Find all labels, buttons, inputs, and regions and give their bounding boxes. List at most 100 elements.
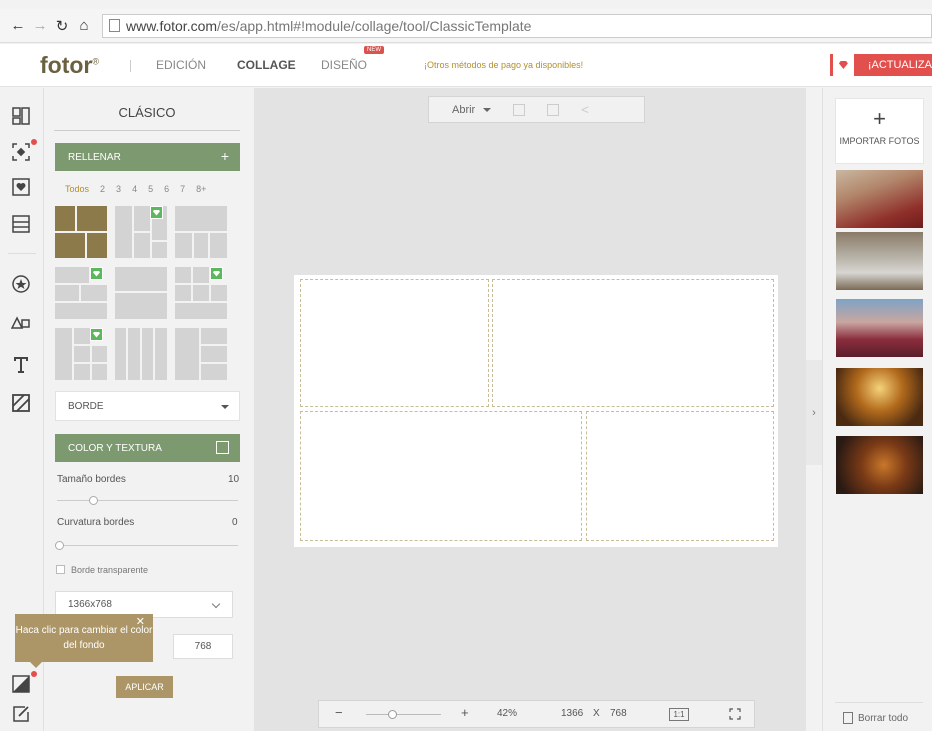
photo-thumbnail[interactable] bbox=[836, 436, 923, 494]
color-texture-button[interactable]: COLOR Y TEXTURA bbox=[55, 434, 240, 462]
canvas-area: Abrir < − + 42% 1366 X 768 1:1 bbox=[254, 88, 806, 731]
corner-radius-label: Curvatura bordes bbox=[57, 517, 135, 528]
close-icon[interactable]: ✕ bbox=[136, 615, 145, 630]
border-select[interactable]: BORDE bbox=[55, 391, 240, 421]
premium-diamond-icon bbox=[90, 267, 103, 280]
home-icon[interactable]: ⌂ bbox=[74, 16, 94, 36]
plus-icon: + bbox=[220, 148, 229, 164]
promo-link[interactable]: ¡Otros métodos de pago ya disponibles! bbox=[424, 60, 583, 70]
pattern-icon[interactable] bbox=[11, 393, 31, 413]
filter-3[interactable]: 3 bbox=[116, 184, 121, 194]
photo-slot[interactable] bbox=[300, 279, 489, 407]
edit-note-icon[interactable] bbox=[11, 704, 31, 724]
nav-edicion[interactable]: EDICIÓN bbox=[156, 58, 206, 72]
notification-dot bbox=[31, 671, 37, 677]
forward-arrow-icon[interactable]: → bbox=[30, 16, 50, 36]
template-thumbnail[interactable] bbox=[55, 328, 107, 380]
photo-slot[interactable] bbox=[300, 411, 582, 541]
rows-icon[interactable] bbox=[11, 214, 31, 234]
template-thumbnail[interactable] bbox=[55, 206, 107, 258]
share-icon[interactable]: < bbox=[581, 102, 589, 117]
transparent-border-checkbox[interactable] bbox=[56, 565, 65, 574]
header-divider bbox=[130, 60, 131, 72]
reload-icon[interactable]: ↻ bbox=[52, 16, 72, 36]
fotor-logo[interactable]: fotor® bbox=[40, 52, 99, 79]
zoom-in-button[interactable]: + bbox=[461, 705, 469, 720]
shapes-icon[interactable] bbox=[11, 314, 31, 334]
fill-label: RELLENAR bbox=[68, 151, 121, 163]
canvas-width: 1366 bbox=[561, 708, 584, 719]
zoom-out-button[interactable]: − bbox=[335, 705, 343, 720]
chevron-down-icon bbox=[211, 599, 221, 609]
fit-icon[interactable] bbox=[513, 103, 526, 116]
filter-5[interactable]: 5 bbox=[148, 184, 153, 194]
browser-toolbar: ← → ↻ ⌂ www.fotor.com/es/app.html#!modul… bbox=[0, 9, 932, 43]
actual-size-button[interactable]: 1:1 bbox=[669, 708, 689, 721]
premium-diamond-icon bbox=[150, 206, 163, 219]
border-size-slider[interactable] bbox=[89, 496, 98, 505]
caret-down-icon bbox=[221, 405, 229, 409]
height-input[interactable]: 768 bbox=[173, 634, 233, 659]
canvas-toolbar: Abrir < bbox=[428, 96, 645, 123]
premium-diamond-icon bbox=[210, 267, 223, 280]
dimension-separator: X bbox=[593, 708, 600, 719]
template-thumbnail[interactable] bbox=[55, 267, 107, 319]
apply-button[interactable]: APLICAR bbox=[116, 676, 173, 698]
zoom-track[interactable] bbox=[366, 714, 441, 715]
corner-radius-track[interactable] bbox=[57, 545, 238, 546]
panel-divider bbox=[835, 702, 923, 703]
filter-all[interactable]: Todos bbox=[65, 184, 89, 194]
filter-4[interactable]: 4 bbox=[132, 184, 137, 194]
clear-all-button[interactable]: Borrar todo bbox=[843, 712, 908, 724]
layout-icon[interactable] bbox=[11, 106, 31, 126]
filter-8-plus[interactable]: 8+ bbox=[196, 184, 206, 194]
nav-diseno[interactable]: DISEÑO bbox=[321, 58, 367, 72]
address-bar[interactable]: www.fotor.com/es/app.html#!module/collag… bbox=[102, 13, 932, 38]
upgrade-label: ¡ACTUALIZA bbox=[867, 59, 932, 71]
heart-icon[interactable] bbox=[11, 177, 31, 197]
zoom-slider[interactable] bbox=[388, 710, 397, 719]
url-path: /es/app.html#!module/collage/tool/Classi… bbox=[217, 17, 532, 34]
template-thumbnail[interactable] bbox=[175, 206, 227, 258]
open-label: Abrir bbox=[452, 103, 476, 116]
photo-thumbnail[interactable] bbox=[836, 170, 923, 228]
background-color-icon[interactable] bbox=[11, 674, 31, 694]
photo-thumbnail[interactable] bbox=[836, 299, 923, 357]
border-size-track[interactable] bbox=[57, 500, 238, 501]
back-arrow-icon[interactable]: ← bbox=[8, 16, 28, 36]
template-thumbnail[interactable] bbox=[115, 206, 167, 258]
template-thumbnail[interactable] bbox=[175, 328, 227, 380]
open-menu[interactable]: Abrir bbox=[452, 103, 492, 116]
collapse-panel-tab[interactable]: › bbox=[806, 360, 822, 465]
zoom-bar: − + 42% 1366 X 768 1:1 bbox=[318, 700, 755, 728]
photo-slot[interactable] bbox=[492, 279, 774, 407]
upgrade-button[interactable]: ¡ACTUALIZA bbox=[830, 54, 932, 76]
texture-icon bbox=[216, 441, 229, 454]
collage-fit-icon[interactable] bbox=[11, 142, 31, 162]
border-size-label: Tamaño bordes bbox=[57, 474, 126, 485]
fill-button[interactable]: RELLENAR + bbox=[55, 143, 240, 171]
sticker-star-icon[interactable] bbox=[11, 274, 31, 294]
import-photos-button[interactable]: + IMPORTAR FOTOS bbox=[835, 98, 924, 164]
color-texture-label: COLOR Y TEXTURA bbox=[68, 442, 162, 454]
caret-down-icon bbox=[483, 107, 492, 112]
template-thumbnail[interactable] bbox=[175, 267, 227, 319]
collage-canvas[interactable] bbox=[294, 275, 778, 547]
photo-thumbnail[interactable] bbox=[836, 232, 923, 290]
filter-2[interactable]: 2 bbox=[100, 184, 105, 194]
template-thumbnail[interactable] bbox=[115, 267, 167, 319]
page-icon bbox=[109, 19, 120, 32]
save-icon[interactable] bbox=[547, 103, 560, 116]
photo-thumbnail[interactable] bbox=[836, 368, 923, 426]
photo-slot[interactable] bbox=[586, 411, 774, 541]
new-badge: NEW bbox=[364, 46, 384, 54]
text-icon[interactable] bbox=[11, 354, 31, 374]
premium-diamond-icon bbox=[90, 328, 103, 341]
template-thumbnail[interactable] bbox=[115, 328, 167, 380]
fullscreen-icon[interactable] bbox=[729, 708, 741, 720]
corner-radius-slider[interactable] bbox=[55, 541, 64, 550]
import-photos-label: IMPORTAR FOTOS bbox=[839, 136, 920, 146]
filter-7[interactable]: 7 bbox=[180, 184, 185, 194]
filter-6[interactable]: 6 bbox=[164, 184, 169, 194]
nav-collage[interactable]: COLLAGE bbox=[237, 58, 296, 72]
